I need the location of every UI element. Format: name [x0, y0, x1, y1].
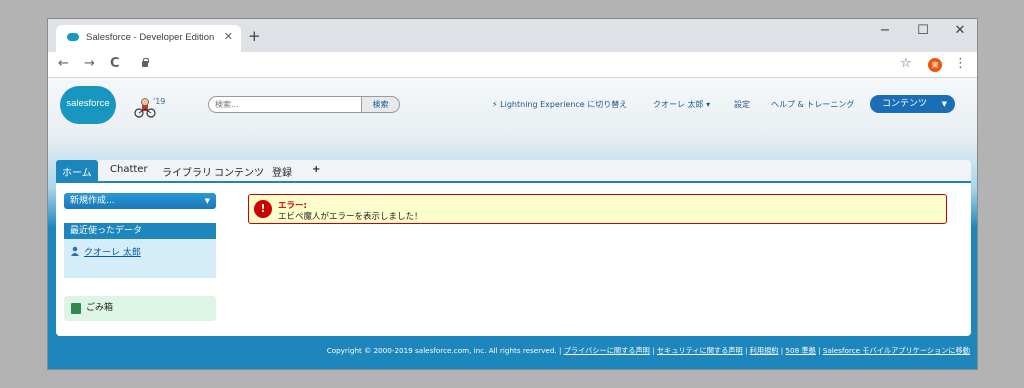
footer-separator: | — [742, 346, 750, 355]
close-window-button[interactable]: ✕ — [945, 23, 975, 38]
security-link[interactable]: セキュリティに関する声明 — [657, 346, 743, 355]
search-input[interactable] — [208, 96, 362, 113]
create-new-label: 新規作成... — [70, 196, 115, 206]
switch-lightning-link[interactable]: ⚡ Lightning Experience に切り替え — [492, 99, 627, 110]
app-menu-label: コンテンツ — [882, 99, 928, 109]
address-bar[interactable] — [152, 56, 442, 74]
browser-tab[interactable]: Salesforce - Developer Edition ✕ — [56, 25, 241, 52]
app-menu-button[interactable]: コンテンツ ▼ — [870, 95, 955, 113]
caret-down-icon: ▼ — [941, 100, 947, 108]
tab-chatter[interactable]: Chatter — [110, 164, 148, 175]
help-training-link[interactable]: ヘルプ & トレーニング — [771, 99, 854, 110]
browser-window: Salesforce - Developer Edition ✕ + − ☐ ✕… — [47, 18, 978, 370]
copyright-text: Copyright © 2000-2019 salesforce.com, in… — [326, 346, 557, 355]
main-content: 新規作成... ▼ 最近使ったデータ クオーレ 太郎 ごみ箱 ! エラー: エビ… — [56, 183, 971, 336]
logo-text: salesforce — [66, 98, 110, 109]
tab-register[interactable]: 登録 — [272, 164, 292, 179]
salesforce-cloud-icon — [67, 33, 79, 41]
recent-item-link[interactable]: クオーレ 太郎 — [70, 245, 141, 258]
tab-home[interactable]: ホーム — [56, 160, 98, 181]
create-new-dropdown[interactable]: 新規作成... ▼ — [64, 193, 216, 209]
tab-library[interactable]: ライブラリ — [162, 164, 212, 179]
terms-link[interactable]: 利用規約 — [750, 346, 779, 355]
recent-items-panel: 最近使ったデータ クオーレ 太郎 — [64, 223, 216, 278]
person-icon — [71, 246, 79, 256]
browser-menu-icon[interactable]: ⋮ — [954, 56, 967, 71]
profile-avatar[interactable]: 東 — [928, 58, 942, 72]
recycle-bin-label: ごみ箱 — [86, 303, 114, 313]
close-tab-icon[interactable]: ✕ — [224, 30, 233, 43]
recycle-bin-link[interactable]: ごみ箱 — [64, 296, 216, 321]
tab-bar: ホーム Chatter ライブラリ コンテンツ 登録 + — [56, 160, 971, 183]
error-icon: ! — [254, 200, 272, 218]
tab-title: Salesforce - Developer Edition — [86, 32, 215, 43]
minimize-button[interactable]: − — [870, 23, 900, 38]
mobile-app-link[interactable]: Salesforce モバイルアプリケーションに移動 — [823, 346, 970, 355]
salesforce-logo[interactable]: salesforce — [60, 86, 116, 124]
forward-button[interactable]: → — [84, 56, 95, 71]
browser-toolbar: ← → C ☆ 東 ⋮ — [48, 52, 977, 78]
compliance-link[interactable]: 508 準拠 — [785, 346, 815, 355]
footer-separator: | — [649, 346, 657, 355]
recent-items-header: 最近使ったデータ — [64, 223, 216, 239]
recent-item-label: クオーレ 太郎 — [84, 248, 141, 258]
release-label: '19 — [153, 97, 166, 106]
maximize-button[interactable]: ☐ — [908, 23, 938, 38]
setup-link[interactable]: 設定 — [734, 99, 750, 110]
user-menu[interactable]: クオーレ 太郎 ▾ — [653, 99, 710, 110]
privacy-link[interactable]: プライバシーに関する声明 — [564, 346, 650, 355]
bookmark-star-icon[interactable]: ☆ — [900, 56, 912, 71]
lock-icon[interactable] — [142, 58, 149, 67]
browser-titlebar: Salesforce - Developer Edition ✕ + − ☐ ✕ — [48, 19, 977, 52]
caret-down-icon: ▼ — [204, 197, 210, 205]
reload-button[interactable]: C — [110, 56, 120, 71]
footer: Copyright © 2000-2019 salesforce.com, in… — [48, 346, 970, 356]
tab-content[interactable]: コンテンツ — [214, 164, 264, 179]
new-tab-button[interactable]: + — [248, 27, 261, 45]
footer-separator: | — [815, 346, 823, 355]
trash-icon — [71, 303, 81, 314]
footer-separator: | — [556, 346, 564, 355]
error-message: ! エラー: エビペ魔人がエラーを表示しました！ — [248, 194, 947, 224]
back-button[interactable]: ← — [58, 56, 69, 71]
search-button[interactable]: 検索 — [362, 96, 400, 113]
add-tab-button[interactable]: + — [312, 164, 320, 175]
salesforce-page: salesforce '19 検索 ⚡ Lightning Experience… — [48, 78, 977, 369]
error-text: エビペ魔人がエラーを表示しました！ — [278, 212, 423, 222]
